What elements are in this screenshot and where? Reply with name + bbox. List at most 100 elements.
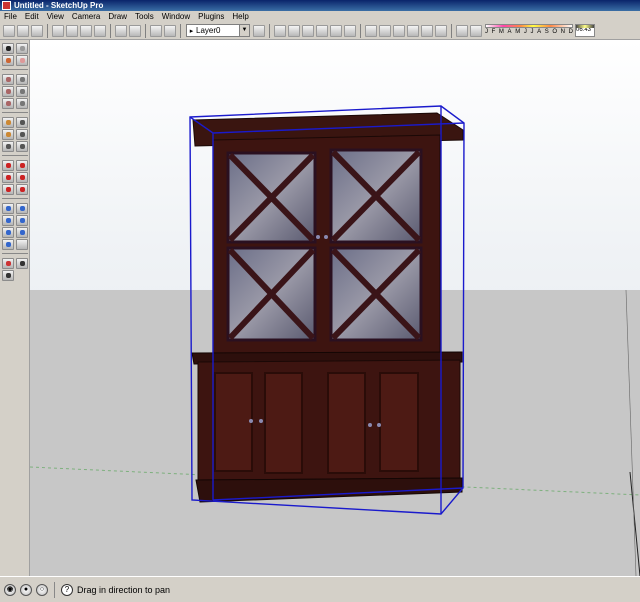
menu-tools[interactable]: Tools [131, 11, 158, 22]
geo-location-icon[interactable]: ◉ [4, 583, 16, 596]
move-icon[interactable] [2, 117, 14, 128]
model-info-icon[interactable] [164, 24, 176, 37]
pan-icon[interactable] [16, 203, 28, 214]
menu-plugins[interactable]: Plugins [194, 11, 228, 22]
shaded-icon[interactable] [407, 24, 419, 37]
checkmark-icon: ▸ [189, 27, 194, 35]
menu-view[interactable]: View [43, 11, 68, 22]
knob-lower-1 [249, 419, 253, 423]
look-around-icon[interactable] [2, 270, 14, 281]
time-gradient [576, 25, 594, 28]
xray-icon[interactable] [365, 24, 377, 37]
orbit-icon[interactable] [2, 203, 14, 214]
previous-view-icon[interactable] [2, 227, 14, 238]
main-toolbar: ▸ Layer0 ▼ J F M A M J J A S O N D 06:43 [0, 22, 640, 40]
save-icon[interactable] [31, 24, 43, 37]
open-icon[interactable] [17, 24, 29, 37]
menu-window[interactable]: Window [158, 11, 194, 22]
status-bar: ◉ ● ○ ? Drag in direction to pan [0, 576, 640, 602]
credits-icon[interactable]: ● [20, 583, 32, 596]
month-slider[interactable]: J F M A M J J A S O N D [485, 24, 573, 37]
shaded-textures-icon[interactable] [421, 24, 433, 37]
arc-icon[interactable] [16, 86, 28, 97]
top-view-icon[interactable] [288, 24, 300, 37]
layer-select[interactable]: ▸ Layer0 ▼ [186, 24, 250, 37]
make-component-icon[interactable] [16, 43, 28, 54]
month-label: J [530, 29, 534, 35]
menu-edit[interactable]: Edit [21, 11, 43, 22]
new-icon[interactable] [3, 24, 15, 37]
chevron-down-icon[interactable]: ▼ [239, 25, 249, 36]
layer-manager-icon[interactable] [253, 24, 265, 37]
monochrome-icon[interactable] [435, 24, 447, 37]
copy-icon[interactable] [66, 24, 78, 37]
front-view-icon[interactable] [302, 24, 314, 37]
model-viewport[interactable] [30, 40, 640, 576]
erase-icon[interactable] [94, 24, 106, 37]
layer-name: Layer0 [196, 26, 221, 35]
zoom-icon[interactable] [2, 215, 14, 226]
paste-icon[interactable] [80, 24, 92, 37]
walk-icon[interactable] [16, 258, 28, 269]
menu-camera[interactable]: Camera [68, 11, 104, 22]
knob-lower-3 [368, 423, 372, 427]
blue-axis [629, 471, 640, 576]
select-icon[interactable] [2, 43, 14, 54]
tool-palette [0, 40, 30, 576]
push-pull-icon[interactable] [16, 117, 28, 128]
palette-separator [2, 112, 28, 116]
shadow-date-slider[interactable]: J F M A M J J A S O N D 06:43 [485, 24, 595, 37]
iso-view-icon[interactable] [274, 24, 286, 37]
eraser-icon[interactable] [16, 55, 28, 66]
user-icon[interactable]: ○ [36, 583, 48, 596]
zoom-window-icon[interactable] [16, 215, 28, 226]
axes-icon[interactable] [2, 184, 14, 195]
print-icon[interactable] [150, 24, 162, 37]
window-title: Untitled - SketchUp Pro [14, 1, 104, 10]
3d-text-icon[interactable] [16, 184, 28, 195]
undo-icon[interactable] [115, 24, 127, 37]
cabinet-model[interactable] [30, 40, 640, 576]
status-text: Drag in direction to pan [77, 584, 171, 595]
position-camera-icon[interactable] [2, 258, 14, 269]
dimension-icon[interactable] [16, 160, 28, 171]
protractor-icon[interactable] [2, 172, 14, 183]
circle-icon[interactable] [2, 86, 14, 97]
menu-draw[interactable]: Draw [104, 11, 131, 22]
zoom-extents-all-icon[interactable] [2, 239, 14, 250]
polygon-icon[interactable] [2, 98, 14, 109]
follow-me-icon[interactable] [16, 129, 28, 140]
axis-dash [625, 289, 637, 576]
back-view-icon[interactable] [330, 24, 342, 37]
month-label: J [523, 29, 527, 35]
scale-icon[interactable] [2, 141, 14, 152]
month-labels: J F M A M J J A S O N D [485, 28, 573, 36]
sketchup-app-icon [2, 1, 11, 10]
month-label: A [507, 29, 512, 35]
rectangle-icon[interactable] [2, 74, 14, 85]
cut-icon[interactable] [52, 24, 64, 37]
line-icon[interactable] [16, 74, 28, 85]
display-shadows-icon[interactable] [470, 24, 482, 37]
shadow-settings-icon[interactable] [456, 24, 468, 37]
menu-help[interactable]: Help [228, 11, 252, 22]
freehand-icon[interactable] [16, 98, 28, 109]
hidden-line-icon[interactable] [393, 24, 405, 37]
toolbar-separator [269, 23, 270, 38]
time-slider[interactable]: 06:43 [575, 24, 595, 37]
help-icon[interactable]: ? [61, 583, 73, 596]
paint-bucket-icon[interactable] [2, 55, 14, 66]
wireframe-icon[interactable] [379, 24, 391, 37]
knob-upper-left [316, 235, 320, 239]
zoom-extents-icon[interactable] [16, 227, 28, 238]
right-view-icon[interactable] [316, 24, 328, 37]
tape-measure-icon[interactable] [2, 160, 14, 171]
left-view-icon[interactable] [344, 24, 356, 37]
text-icon[interactable] [16, 172, 28, 183]
knob-upper-right [324, 235, 328, 239]
redo-icon[interactable] [129, 24, 141, 37]
empty-slot [16, 239, 28, 250]
offset-icon[interactable] [16, 141, 28, 152]
menu-file[interactable]: File [0, 11, 21, 22]
rotate-icon[interactable] [2, 129, 14, 140]
